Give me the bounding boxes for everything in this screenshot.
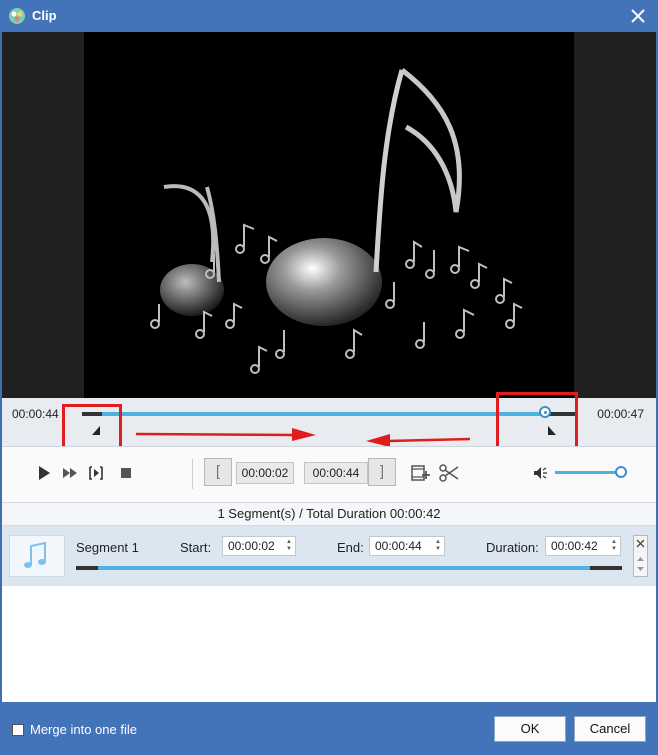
window-title: Clip [32, 8, 57, 23]
merge-label[interactable]: Merge into one file [30, 722, 137, 737]
close-icon [631, 9, 645, 23]
split-scissors-icon[interactable] [438, 462, 460, 484]
chevron-up-icon[interactable] [636, 555, 645, 563]
segment-range-bar [76, 566, 622, 570]
timeline-selected-range [102, 412, 544, 416]
segment-range-before [76, 566, 98, 570]
segment-duration-spinner[interactable]: 00:00:42 ▲ ▼ [545, 536, 621, 556]
add-segment-icon[interactable] [410, 463, 430, 483]
segment-start-spinner[interactable]: 00:00:02 ▲ ▼ [222, 536, 296, 556]
segment-range-after [590, 566, 622, 570]
divider [192, 459, 193, 489]
play-selection-icon[interactable] [88, 465, 104, 481]
start-marker-highlight [62, 404, 122, 450]
stop-icon[interactable] [118, 465, 134, 481]
spinner-arrows-icon[interactable]: ▲ ▼ [435, 539, 441, 553]
set-start-button[interactable]: [ [204, 458, 232, 486]
close-icon [636, 539, 645, 548]
spinner-arrows-icon[interactable]: ▲ ▼ [611, 539, 617, 553]
segment-name: Segment 1 [76, 540, 139, 555]
end-marker-highlight [496, 392, 578, 452]
timeline-end-time: 00:00:47 [597, 407, 644, 421]
volume-slider-handle[interactable] [615, 466, 627, 478]
spinner-arrows-icon[interactable]: ▲ ▼ [286, 539, 292, 553]
segment-row[interactable]: Segment 1 Start: 00:00:02 ▲ ▼ End: 00:00:… [2, 526, 656, 586]
playback-controls: [ 00:00:02 00:00:44 ] [2, 446, 656, 503]
music-notes-image [150, 68, 523, 374]
segment-list-empty-area [2, 586, 656, 702]
fast-forward-icon[interactable] [62, 465, 78, 481]
merge-checkbox[interactable] [12, 724, 24, 736]
trim-end-time[interactable]: 00:00:44 [304, 462, 368, 484]
segment-end-label: End: [337, 540, 364, 555]
volume-slider[interactable] [555, 471, 623, 474]
segment-remove-button[interactable] [633, 535, 648, 577]
segment-end-value: 00:00:44 [375, 539, 422, 553]
segment-thumbnail [9, 535, 65, 577]
segment-start-label: Start: [180, 540, 212, 555]
segments-summary: 1 Segment(s) / Total Duration 00:00:42 [2, 502, 656, 526]
arrow-right-icon [135, 428, 316, 441]
set-end-button[interactable]: ] [368, 458, 396, 486]
cancel-button[interactable]: Cancel [574, 716, 646, 742]
segment-end-spinner[interactable]: 00:00:44 ▲ ▼ [369, 536, 445, 556]
music-note-icon [24, 541, 46, 568]
video-frame [84, 32, 574, 398]
app-logo-icon [9, 8, 25, 24]
segment-duration-value: 00:00:42 [551, 539, 598, 553]
timeline-start-time: 00:00:44 [12, 407, 59, 421]
timeline: 00:00:44 00:00:47 [2, 392, 656, 452]
trim-start-time[interactable]: 00:00:02 [236, 462, 294, 484]
volume-icon[interactable] [532, 465, 548, 481]
ok-button[interactable]: OK [494, 716, 566, 742]
video-preview [2, 32, 656, 398]
chevron-down-icon[interactable] [636, 565, 645, 573]
close-button[interactable] [626, 4, 650, 28]
title-bar: Clip [0, 0, 658, 32]
dialog-footer: Merge into one file OK Cancel [0, 702, 658, 755]
segment-start-value: 00:00:02 [228, 539, 275, 553]
clip-window: Clip 00:00:44 00:00:47 [00:00:02 00:00:… [0, 0, 658, 755]
play-icon[interactable] [36, 465, 52, 481]
segment-duration-label: Duration: [486, 540, 539, 555]
